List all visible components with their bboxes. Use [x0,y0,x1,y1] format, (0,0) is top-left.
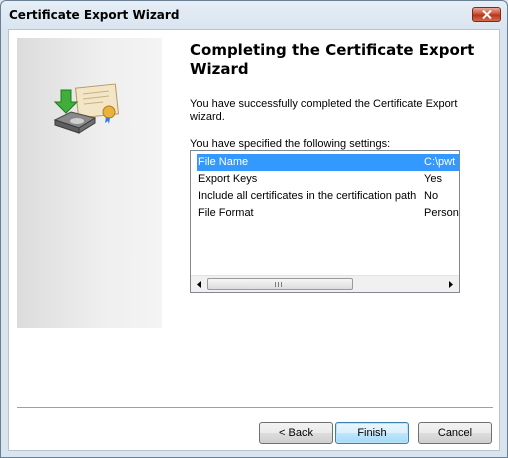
settings-label: You have specified the following setting… [190,138,391,150]
finish-button[interactable]: Finish [335,422,409,444]
setting-name: Export Keys [198,173,258,185]
page-title: Completing the Certificate Export Wizard [190,41,475,78]
close-button[interactable] [472,7,501,22]
settings-row[interactable]: Export Keys Yes [197,171,459,188]
success-message: You have successfully completed the Cert… [190,98,458,123]
close-icon [482,10,492,19]
wizard-window: Certificate Export Wizard Completing the… [0,0,508,458]
setting-name: File Format [198,207,254,219]
setting-name: Include all certificates in the certific… [198,190,417,202]
scroll-right-icon[interactable] [445,280,455,289]
settings-row[interactable]: Include all certificates in the certific… [197,188,459,205]
button-separator [17,407,493,409]
scroll-thumb[interactable] [207,278,353,290]
settings-list[interactable]: File Name C:\pwt Export Keys Yes Include… [190,150,460,293]
setting-value: Yes [424,173,442,185]
cancel-button[interactable]: Cancel [418,422,492,444]
setting-name: File Name [198,156,249,168]
setting-value: Person [424,207,459,219]
setting-value: C:\pwt [424,156,456,168]
wizard-page: Completing the Certificate Export Wizard… [8,29,500,451]
settings-row[interactable]: File Name C:\pwt [197,154,459,171]
side-panel [17,38,162,328]
certificate-export-icon [53,83,120,134]
setting-value: No [424,190,439,202]
grip-icon [275,282,284,287]
back-button[interactable]: < Back [259,422,333,444]
horizontal-scrollbar[interactable] [191,275,459,292]
settings-row[interactable]: File Format Person [197,205,459,222]
window-title: Certificate Export Wizard [9,8,180,22]
title-bar[interactable]: Certificate Export Wizard [1,1,507,29]
scroll-left-icon[interactable] [195,280,205,289]
